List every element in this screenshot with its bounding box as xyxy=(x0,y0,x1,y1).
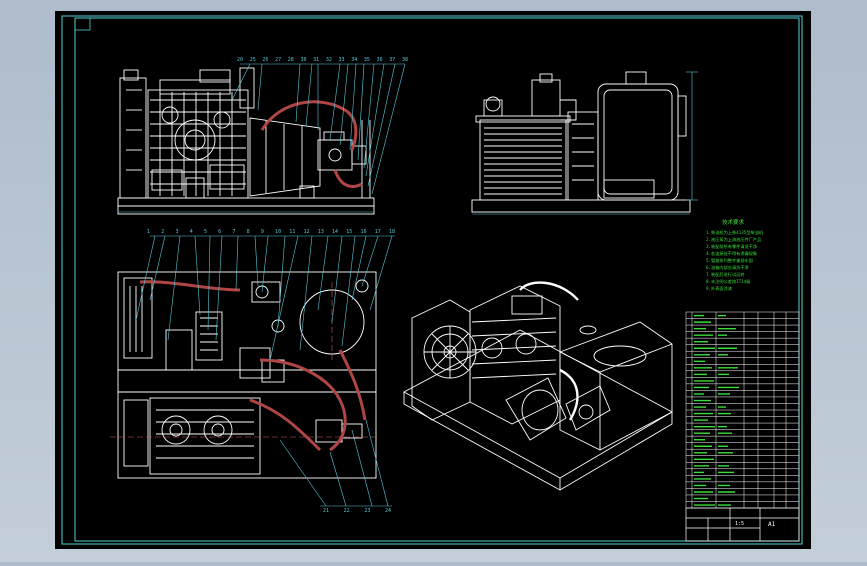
callout-number: 18 xyxy=(389,229,395,235)
callout-number: 38 xyxy=(402,57,408,63)
callout-number: 35 xyxy=(364,57,370,63)
callout-number: 9 xyxy=(261,229,264,235)
callout-number: 1 xyxy=(147,229,150,235)
callout-number: 36 xyxy=(377,57,383,63)
callout-number: 5 xyxy=(204,229,207,235)
callout-number: 10 xyxy=(275,229,281,235)
callout-number: 16 xyxy=(361,229,367,235)
tech-note-line: 2.液压泵为上海液压件厂产品 xyxy=(706,236,761,243)
callout-number: 31 xyxy=(313,57,319,63)
title-block-scale: 1:5 xyxy=(735,521,744,527)
callout-number: 22 xyxy=(344,508,350,514)
callout-number: 17 xyxy=(375,229,381,235)
tech-note-line: 4.各连接处不得有渗漏现象 xyxy=(706,250,757,257)
callout-number: 8 xyxy=(247,229,250,235)
callout-number: 23 xyxy=(364,508,370,514)
callout-number: 13 xyxy=(318,229,324,235)
callout-number: 12 xyxy=(304,229,310,235)
tech-note-line: 8.未注明公差按IT14级 xyxy=(706,278,751,285)
tech-note-line: 7.装配后进行试运转 xyxy=(706,271,745,278)
drawing-sheet: 20 25 26 27 28 30 31 32 33 34 35 36 37 38 xyxy=(55,11,811,549)
tech-notes-title: 技术要求 xyxy=(722,218,745,226)
title-block-drawing-no: A1 xyxy=(768,521,776,528)
callout-number: 26 xyxy=(262,57,268,63)
callout-number: 4 xyxy=(190,229,193,235)
callout-number: 14 xyxy=(332,229,338,235)
callout-number: 24 xyxy=(385,508,391,514)
tech-note-line: 6.油箱内部应清洗干净 xyxy=(706,264,749,271)
callout-number: 7 xyxy=(232,229,235,235)
tech-note-line: 1.柴油机为上柴4135型柴油机 xyxy=(706,229,764,236)
callout-number: 15 xyxy=(346,229,352,235)
callout-number: 28 xyxy=(288,57,294,63)
model-space-background xyxy=(55,11,811,549)
callout-number: 37 xyxy=(389,57,395,63)
callout-number: 21 xyxy=(323,508,329,514)
callout-number: 25 xyxy=(250,57,256,63)
callout-number: 2 xyxy=(161,229,164,235)
callout-number: 33 xyxy=(339,57,345,63)
cad-drawing-window: 20 25 26 27 28 30 31 32 33 34 35 36 37 38 xyxy=(0,0,867,562)
tech-note-line: 3.装配前所有零件清洗干净 xyxy=(706,243,757,250)
tech-note-line: 5.管路排列整齐美观牢固 xyxy=(706,257,753,264)
callout-number: 6 xyxy=(218,229,221,235)
callout-number: 30 xyxy=(300,57,306,63)
callout-number: 3 xyxy=(175,229,178,235)
callout-number: 32 xyxy=(326,57,332,63)
callout-number: 11 xyxy=(289,229,295,235)
callout-number: 34 xyxy=(351,57,357,63)
tech-note-line: 9.外表面涂漆 xyxy=(706,285,732,292)
callout-number: 20 xyxy=(237,57,243,63)
callout-number: 27 xyxy=(275,57,281,63)
